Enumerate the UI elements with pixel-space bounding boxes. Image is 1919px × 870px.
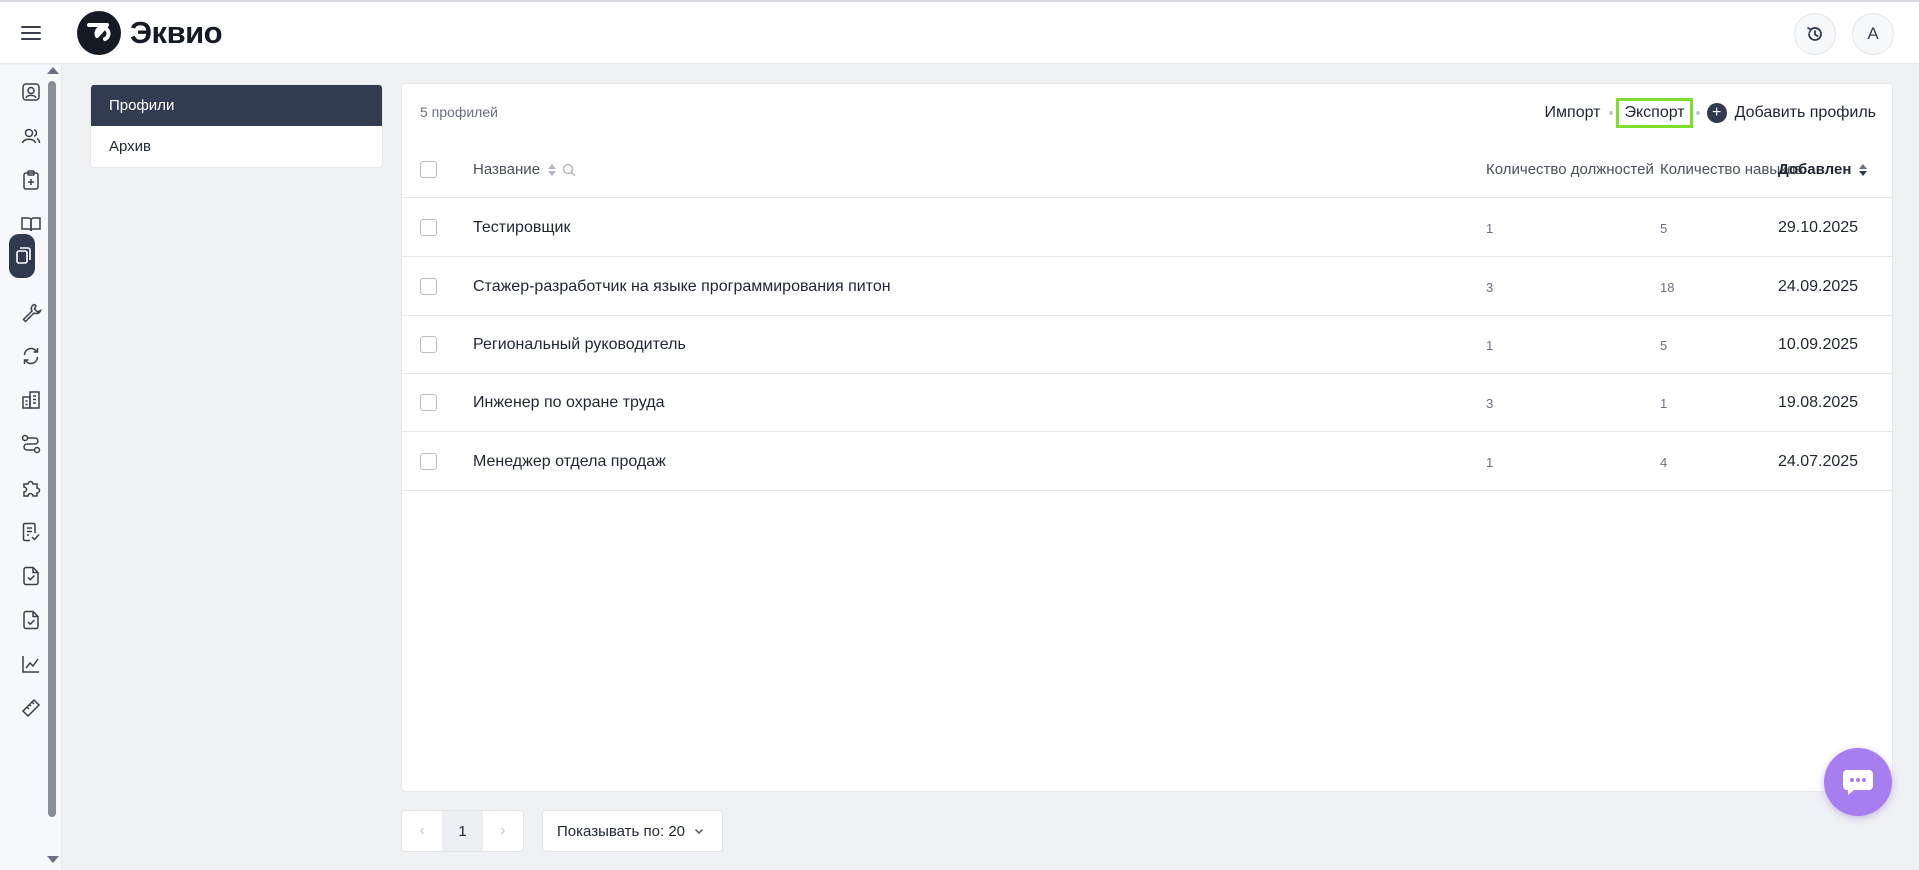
positions-count: 1 — [1486, 455, 1494, 470]
table-row[interactable]: Тестировщик 1 5 29.10.2025 — [402, 199, 1892, 257]
refresh-icon[interactable] — [12, 336, 50, 376]
scrollbar-thumb[interactable] — [48, 81, 56, 817]
logo-mark-icon — [77, 11, 121, 55]
sort-desc-icon[interactable] — [1859, 163, 1868, 176]
row-checkbox[interactable] — [420, 453, 437, 470]
skills-count: 1 — [1660, 396, 1668, 411]
profiles-table-card: 5 профилей Импорт Экспорт + Добавить про… — [401, 83, 1893, 792]
add-profile-button[interactable]: + Добавить профиль — [1703, 103, 1876, 123]
checklist-icon[interactable] — [12, 512, 50, 552]
sort-icon[interactable] — [548, 163, 557, 176]
file-check-2-icon[interactable] — [12, 600, 50, 640]
app-logo[interactable]: Эквио — [76, 10, 223, 56]
users-icon[interactable] — [12, 116, 50, 156]
select-all-checkbox[interactable] — [420, 161, 437, 178]
added-date: 19.08.2025 — [1778, 394, 1859, 411]
export-button[interactable]: Экспорт — [1616, 98, 1693, 128]
profiles-count: 5 профилей — [420, 104, 498, 120]
per-page-select[interactable]: Показывать по: 20 — [542, 810, 723, 852]
profiles-side-menu: Профили Архив — [90, 84, 383, 168]
profiles-icon[interactable] — [9, 234, 35, 278]
user-avatar[interactable]: А — [1852, 13, 1894, 55]
profile-name[interactable]: Инженер по охране труда — [473, 394, 664, 412]
rail-scrollbar[interactable] — [46, 65, 59, 870]
history-button[interactable] — [1794, 13, 1836, 55]
row-checkbox[interactable] — [420, 336, 437, 353]
profile-name[interactable]: Тестировщик — [473, 219, 570, 237]
page-1-button[interactable]: 1 — [442, 811, 483, 851]
skills-count: 5 — [1660, 338, 1668, 353]
skills-count: 5 — [1660, 221, 1668, 236]
separator-dot — [1609, 111, 1614, 115]
app-name: Эквио — [130, 15, 223, 50]
row-checkbox[interactable] — [420, 394, 437, 411]
add-profile-label: Добавить профиль — [1734, 104, 1876, 121]
table-actions: Импорт Экспорт + Добавить профиль — [1539, 98, 1876, 128]
next-page-button[interactable]: › — [483, 811, 523, 851]
added-date: 29.10.2025 — [1778, 219, 1859, 236]
profile-name[interactable]: Региональный руководитель — [473, 336, 686, 354]
import-button[interactable]: Импорт — [1539, 100, 1607, 126]
hamburger-menu-icon[interactable] — [18, 22, 44, 44]
separator-dot — [1695, 111, 1700, 115]
table-row[interactable]: Инженер по охране труда 3 1 19.08.2025 — [402, 374, 1892, 432]
scroll-down-arrow-icon[interactable] — [47, 856, 59, 863]
column-name-label: Название — [473, 161, 541, 178]
skills-count: 18 — [1660, 280, 1675, 295]
puzzle-icon[interactable] — [12, 468, 50, 508]
added-date: 24.07.2025 — [1778, 453, 1859, 470]
chart-line-icon[interactable] — [12, 644, 50, 684]
column-added-header[interactable]: Добавлен — [1778, 161, 1868, 178]
skills-count: 4 — [1660, 455, 1668, 470]
positions-count: 1 — [1486, 221, 1494, 236]
table-header: Название Количество должностей Количеств… — [402, 142, 1892, 198]
side-item-archive[interactable]: Архив — [91, 126, 382, 167]
route-icon[interactable] — [12, 424, 50, 464]
added-date: 24.09.2025 — [1778, 278, 1859, 295]
profile-name[interactable]: Стажер-разработчик на языке программиров… — [473, 278, 891, 296]
side-item-profiles[interactable]: Профили — [91, 85, 382, 126]
profile-name[interactable]: Менеджер отдела продаж — [473, 453, 666, 471]
column-search-icon[interactable] — [562, 163, 576, 177]
history-icon — [1807, 27, 1822, 41]
chat-button[interactable] — [1824, 748, 1892, 816]
prev-page-button[interactable]: ‹ — [402, 811, 442, 851]
table-row[interactable]: Менеджер отдела продаж 1 4 24.07.2025 — [402, 433, 1892, 491]
profile-card-icon[interactable] — [12, 72, 50, 112]
chevron-down-icon — [695, 829, 703, 834]
building-icon[interactable] — [12, 380, 50, 420]
table-row[interactable]: Региональный руководитель 1 5 10.09.2025 — [402, 316, 1892, 374]
column-name-header[interactable]: Название — [473, 161, 576, 178]
file-check-icon[interactable] — [12, 556, 50, 596]
icon-rail — [0, 65, 62, 870]
scroll-up-arrow-icon[interactable] — [47, 67, 59, 74]
pagination: ‹ 1 › — [401, 810, 524, 852]
plus-circle-icon: + — [1706, 103, 1727, 123]
wrench-icon[interactable] — [12, 292, 50, 332]
added-date: 10.09.2025 — [1778, 336, 1859, 353]
row-checkbox[interactable] — [420, 219, 437, 236]
top-bar: Эквио А — [0, 0, 1919, 64]
ruler-icon[interactable] — [12, 688, 50, 728]
positions-count: 1 — [1486, 338, 1494, 353]
clipboard-plus-icon[interactable] — [12, 160, 50, 200]
positions-count: 3 — [1486, 396, 1494, 411]
per-page-label: Показывать по: 20 — [557, 822, 685, 840]
table-row[interactable]: Стажер-разработчик на языке программиров… — [402, 258, 1892, 316]
chat-bubble-icon — [1843, 770, 1873, 795]
column-positions-header[interactable]: Количество должностей — [1486, 161, 1654, 178]
row-checkbox[interactable] — [420, 278, 437, 295]
column-added-label: Добавлен — [1778, 161, 1852, 178]
positions-count: 3 — [1486, 280, 1494, 295]
